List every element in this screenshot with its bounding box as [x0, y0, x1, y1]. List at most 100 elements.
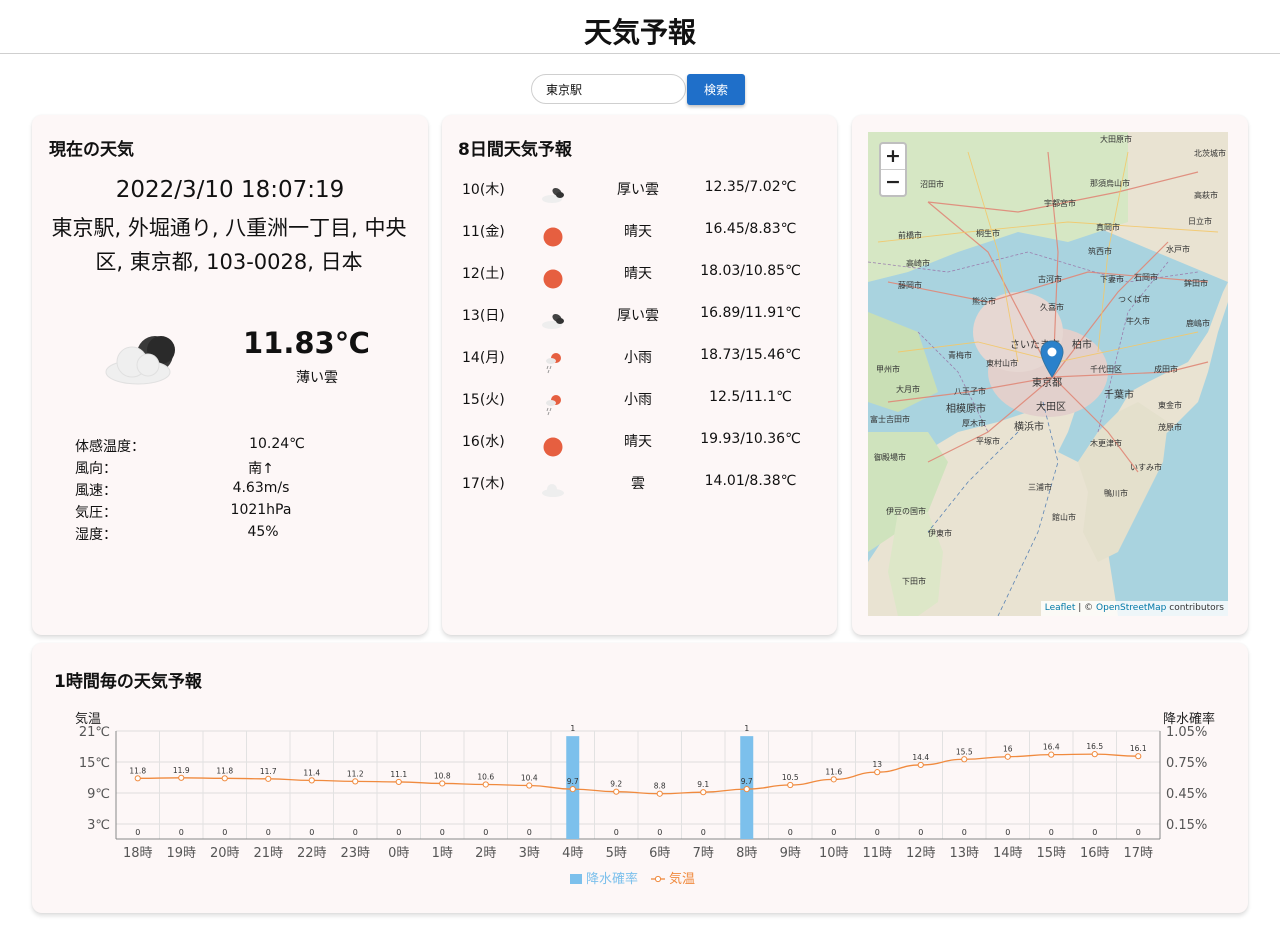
x-tick-label: 12時 — [906, 846, 936, 861]
place-label: 大田原市 — [1100, 135, 1132, 144]
precipitation-value-label: 0 — [1092, 828, 1097, 837]
wind-speed-value: 4.63m/s — [232, 480, 290, 496]
temperature-point — [265, 775, 272, 782]
temperature-value-label: 8.8 — [654, 782, 666, 791]
place-label: 鹿嶋市 — [1186, 319, 1210, 328]
zoom-out-button[interactable]: − — [881, 170, 905, 195]
sun-icon — [543, 227, 563, 247]
search-input[interactable] — [531, 74, 686, 104]
humidity-label: 湿度： — [75, 527, 117, 543]
temperature-point — [874, 769, 881, 776]
wind-direction-label: 風向： — [75, 461, 117, 477]
sun-icon — [543, 269, 563, 289]
attribution-suffix: contributors — [1166, 603, 1224, 613]
precipitation-value-label: 0 — [831, 828, 836, 837]
place-label: 牛久市 — [1126, 317, 1150, 326]
x-tick-label: 20時 — [210, 846, 240, 861]
place-label: 沼田市 — [920, 180, 944, 189]
y-right-tick-label: 1.05% — [1166, 725, 1207, 740]
forecast-temperature: 12.5/11.1℃ — [709, 389, 792, 405]
place-label: 甲州市 — [876, 365, 900, 374]
precipitation-value-label: 0 — [1136, 828, 1141, 837]
place-label: 館山市 — [1052, 513, 1076, 522]
forecast-day: 11(金) — [462, 224, 505, 240]
temperature-value-label: 11.9 — [173, 766, 190, 775]
x-tick-label: 5時 — [606, 846, 627, 861]
precipitation-value-label: 0 — [875, 828, 880, 837]
precipitation-value-label: 0 — [1005, 828, 1010, 837]
current-weather-title: 現在の天気 — [49, 140, 134, 160]
legend-precipitation-swatch — [570, 874, 582, 884]
temperature-point — [352, 778, 359, 785]
place-label: 木更津市 — [1090, 439, 1122, 448]
temperature-point — [1048, 751, 1055, 758]
cloud-icon — [542, 484, 564, 497]
temperature-value-label: 16.1 — [1130, 744, 1147, 753]
precipitation-value-label: 0 — [701, 828, 706, 837]
temperature-point — [178, 774, 185, 781]
place-label: 平塚市 — [976, 437, 1000, 446]
precipitation-value-label: 0 — [266, 828, 271, 837]
x-tick-label: 10時 — [819, 846, 849, 861]
light-rain-icon — [546, 353, 561, 374]
pressure-label: 気圧： — [75, 505, 117, 521]
place-label: 石岡市 — [1134, 273, 1158, 282]
precipitation-value-label: 0 — [396, 828, 401, 837]
map-marker-icon[interactable] — [1040, 340, 1064, 378]
temperature-value-label: 11.8 — [129, 766, 146, 775]
x-tick-label: 15時 — [1036, 846, 1066, 861]
forecast-temperature: 16.89/11.91℃ — [700, 305, 801, 321]
precipitation-value-label: 1 — [570, 724, 575, 733]
x-tick-label: 17時 — [1123, 846, 1153, 861]
forecast-day: 10(木) — [462, 182, 505, 198]
feels-like-label: 体感温度： — [75, 439, 145, 455]
place-label: 下妻市 — [1100, 275, 1124, 284]
place-label: 茂原市 — [1158, 423, 1182, 432]
temperature-point — [526, 782, 533, 789]
light-rain-icon — [546, 395, 561, 416]
x-tick-label: 13時 — [949, 846, 979, 861]
temperature-value-label: 10.4 — [521, 774, 538, 783]
map-zoom-control: + − — [879, 142, 907, 197]
humidity-value: 45% — [247, 524, 279, 540]
forecast-title: 8日間天気予報 — [458, 140, 572, 160]
x-tick-label: 23時 — [340, 846, 370, 861]
x-tick-label: 16時 — [1080, 846, 1110, 861]
place-label: 伊豆の国市 — [886, 507, 926, 516]
temperature-point — [1135, 753, 1142, 760]
y-left-tick-label: 15℃ — [79, 756, 110, 771]
legend-temperature-marker — [654, 875, 662, 883]
precipitation-value-label: 0 — [657, 828, 662, 837]
attribution-separator: | © — [1075, 603, 1097, 613]
map-view[interactable]: 大田原市 北茨城市 那須烏山市 沼田市 宇都宮市 高萩市 日立市 前橋市 桐生市… — [868, 132, 1228, 616]
forecast-description: 小雨 — [624, 350, 652, 366]
forecast-description: 小雨 — [624, 392, 652, 408]
page-header: 天気予報 — [0, 0, 1280, 54]
precipitation-value-label: 0 — [614, 828, 619, 837]
temperature-value-label: 11.1 — [390, 770, 407, 779]
precipitation-value-label: 0 — [353, 828, 358, 837]
place-label: 高萩市 — [1194, 191, 1218, 200]
x-tick-label: 18時 — [123, 846, 153, 861]
place-label: 筑西市 — [1088, 247, 1112, 256]
leaflet-link[interactable]: Leaflet — [1045, 603, 1076, 613]
temperature-value-label: 10.6 — [477, 772, 494, 781]
zoom-in-button[interactable]: + — [881, 144, 905, 170]
place-label: 八王子市 — [954, 387, 986, 396]
temperature-point — [917, 761, 924, 769]
precipitation-value-label: 0 — [179, 828, 184, 837]
temperature-value-label: 10.5 — [782, 773, 799, 782]
precipitation-value-label: 0 — [962, 828, 967, 837]
openstreetmap-link[interactable]: OpenStreetMap — [1096, 603, 1166, 613]
temperature-point — [743, 786, 750, 793]
temperature-value-label: 11.4 — [303, 768, 320, 777]
wind-direction-value: 南↑ — [248, 461, 274, 477]
search-button[interactable]: 検索 — [687, 74, 745, 105]
place-label: 大月市 — [896, 385, 920, 394]
hourly-forecast-title: 1時間毎の天気予報 — [54, 672, 202, 692]
temperature-point — [569, 786, 576, 793]
current-description: 薄い雲 — [296, 370, 338, 386]
temperature-point — [439, 780, 446, 787]
precipitation-value-label: 0 — [222, 828, 227, 837]
place-label: つくば市 — [1118, 295, 1150, 304]
